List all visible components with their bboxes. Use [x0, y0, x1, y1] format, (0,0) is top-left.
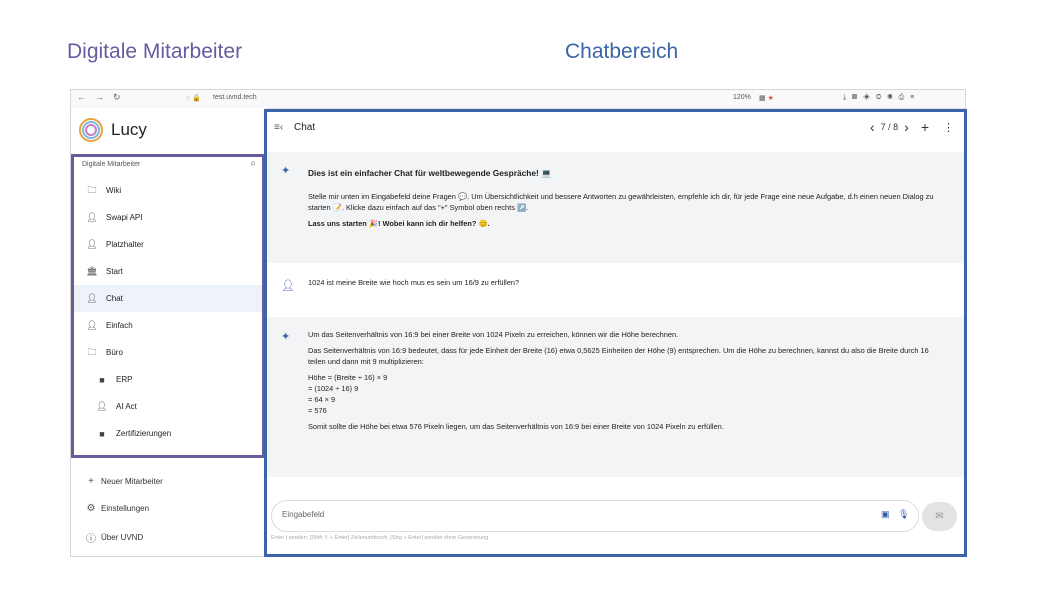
person-icon: 👤︎ — [86, 239, 98, 249]
reload-icon[interactable]: ↻ — [113, 92, 121, 103]
image-upload-icon[interactable]: ▣ — [881, 509, 890, 520]
welcome-cta: Lass uns starten 🎉! Wobei kann ich dir h… — [308, 219, 490, 228]
sparkle-icon: ✦ — [281, 331, 291, 343]
gear-icon: ⚙ — [86, 503, 96, 514]
person-icon: 👤︎ — [86, 293, 98, 303]
plus-icon: + — [88, 476, 94, 487]
logo-row[interactable]: Lucy — [79, 114, 147, 146]
chat-header: ≡‹ Chat ‹ 7 / 8 › + ⋮ — [267, 112, 964, 145]
back-icon[interactable]: ← — [77, 92, 86, 102]
sidebar-item-start[interactable]: 🏛︎ Start — [74, 258, 262, 285]
menu-collapse-icon[interactable]: ≡‹ — [274, 122, 283, 133]
bank-icon: 🏛︎ — [86, 266, 98, 276]
new-agent-button[interactable]: + Neuer Mitarbeiter — [83, 476, 163, 487]
welcome-message: ✦ Dies ist ein einfacher Chat für weltbe… — [267, 152, 964, 263]
assistant-message: ✦ Um das Seitenverhältnis von 16:9 bei e… — [267, 317, 964, 477]
annotation-chat-area: Chatbereich — [565, 40, 679, 63]
annotation-digital-agents: Digitale Mitarbeiter — [67, 40, 243, 63]
send-mail-icon: ✉ — [935, 511, 944, 522]
person-icon: 👤︎ — [96, 401, 108, 411]
person-icon: 👤︎ — [86, 212, 98, 222]
answer-intro: Um das Seitenverhältnis von 16:9 bei ein… — [308, 330, 679, 339]
zoom-level[interactable]: 120% — [733, 94, 751, 101]
info-icon: ⓘ — [86, 534, 96, 545]
message-input[interactable] — [280, 509, 844, 520]
lucy-logo-icon — [79, 118, 103, 142]
settings-button[interactable]: ⚙ Einstellungen — [83, 503, 150, 514]
sidebar-item-erp[interactable]: ■ ERP — [74, 366, 262, 393]
answer-conclusion: Somit sollte die Höhe bei etwa 576 Pixel… — [308, 422, 724, 431]
app-title: Lucy — [111, 120, 147, 139]
welcome-text: Stelle mir unten im Eingabefeld deine Fr… — [308, 192, 934, 212]
folder-icon: 🗀 — [87, 346, 97, 357]
browser-toolbar: ← → ↻ ◌ 🔒 test.uvnd.tech 120% ▦ ★ ⤓ ▦ ◈ … — [71, 90, 965, 109]
sidebar-item-swapi-api[interactable]: 👤︎ Swapi API — [74, 204, 262, 231]
message-input-container: ▣ 🎙︎ — [271, 500, 919, 532]
person-icon: 👤︎ — [86, 320, 98, 330]
digital-agents-panel: Digitale Mitarbeiter ⌕ 🗀 Wiki 👤︎ Swapi A… — [71, 154, 265, 458]
prev-dialog-icon[interactable]: ‹ — [870, 119, 875, 135]
sidebar: Lucy Digitale Mitarbeiter ⌕ 🗀 Wiki 👤︎ Sw… — [71, 108, 266, 556]
sparkle-icon: ✦ — [281, 165, 291, 177]
welcome-heading: Dies ist ein einfacher Chat für weltbewe… — [308, 168, 552, 178]
send-button[interactable]: ✉ — [922, 502, 957, 531]
forward-icon[interactable]: → — [95, 92, 104, 102]
search-icon[interactable]: ⌕ — [250, 158, 256, 169]
sidebar-item-chat[interactable]: 👤︎ Chat — [74, 285, 262, 312]
user-message-text: 1024 ist meine Breite wie hoch mus es se… — [308, 278, 520, 287]
star-icon[interactable]: ▦ ★ — [759, 94, 774, 102]
dialog-pager: ‹ 7 / 8 › + ⋮ — [864, 119, 954, 135]
sidebar-item-wiki[interactable]: 🗀 Wiki — [74, 177, 262, 204]
sidebar-item-platzhalter[interactable]: 👤︎ Platzhalter — [74, 231, 262, 258]
toolbar-extension-icons[interactable]: ⤓ ▦ ◈ ◎ ◉ ⎙ ≡ — [843, 94, 914, 102]
folder-icon: 🗀 — [87, 184, 97, 195]
sidebar-item-buero[interactable]: 🗀 Büro — [74, 339, 262, 366]
user-message: 👤︎ 1024 ist meine Breite wie hoch mus es… — [267, 263, 964, 316]
chat-title: Chat — [294, 122, 316, 133]
folder-filled-icon: ■ — [99, 374, 105, 385]
url-field[interactable]: test.uvnd.tech — [213, 94, 257, 101]
section-header: Digitale Mitarbeiter — [82, 161, 141, 168]
browser-window: ← → ↻ ◌ 🔒 test.uvnd.tech 120% ▦ ★ ⤓ ▦ ◈ … — [70, 89, 967, 557]
sidebar-item-ai-act[interactable]: 👤︎ AI Act — [74, 393, 262, 420]
person-icon: 👤︎ — [281, 280, 295, 292]
input-hint: Enter | senden, [Shift ⇧ + Enter] Zeilen… — [271, 535, 489, 541]
folder-filled-icon: ■ — [99, 428, 105, 439]
answer-formula: Höhe = (Breite ÷ 16) × 9 = (1024 ÷ 16) 9… — [308, 373, 388, 415]
next-dialog-icon[interactable]: › — [904, 119, 909, 135]
about-button[interactable]: ⓘ Über UVND — [83, 530, 143, 545]
sidebar-item-zertifizierungen[interactable]: ■ Zertifizierungen — [74, 420, 262, 447]
chat-panel: ≡‹ Chat ‹ 7 / 8 › + ⋮ ✦ Dies ist ein ein… — [264, 109, 967, 557]
new-dialog-icon[interactable]: + — [921, 119, 929, 135]
sidebar-item-einfach[interactable]: 👤︎ Einfach — [74, 312, 262, 339]
more-options-icon[interactable]: ⋮ — [943, 121, 954, 134]
microphone-icon[interactable]: 🎙︎ — [898, 509, 909, 520]
shield-icon[interactable]: ◌ 🔒 — [186, 94, 201, 102]
dialog-counter: 7 / 8 — [880, 122, 899, 132]
answer-explanation: Das Seitenverhältnis von 16:9 bedeutet, … — [308, 346, 929, 366]
